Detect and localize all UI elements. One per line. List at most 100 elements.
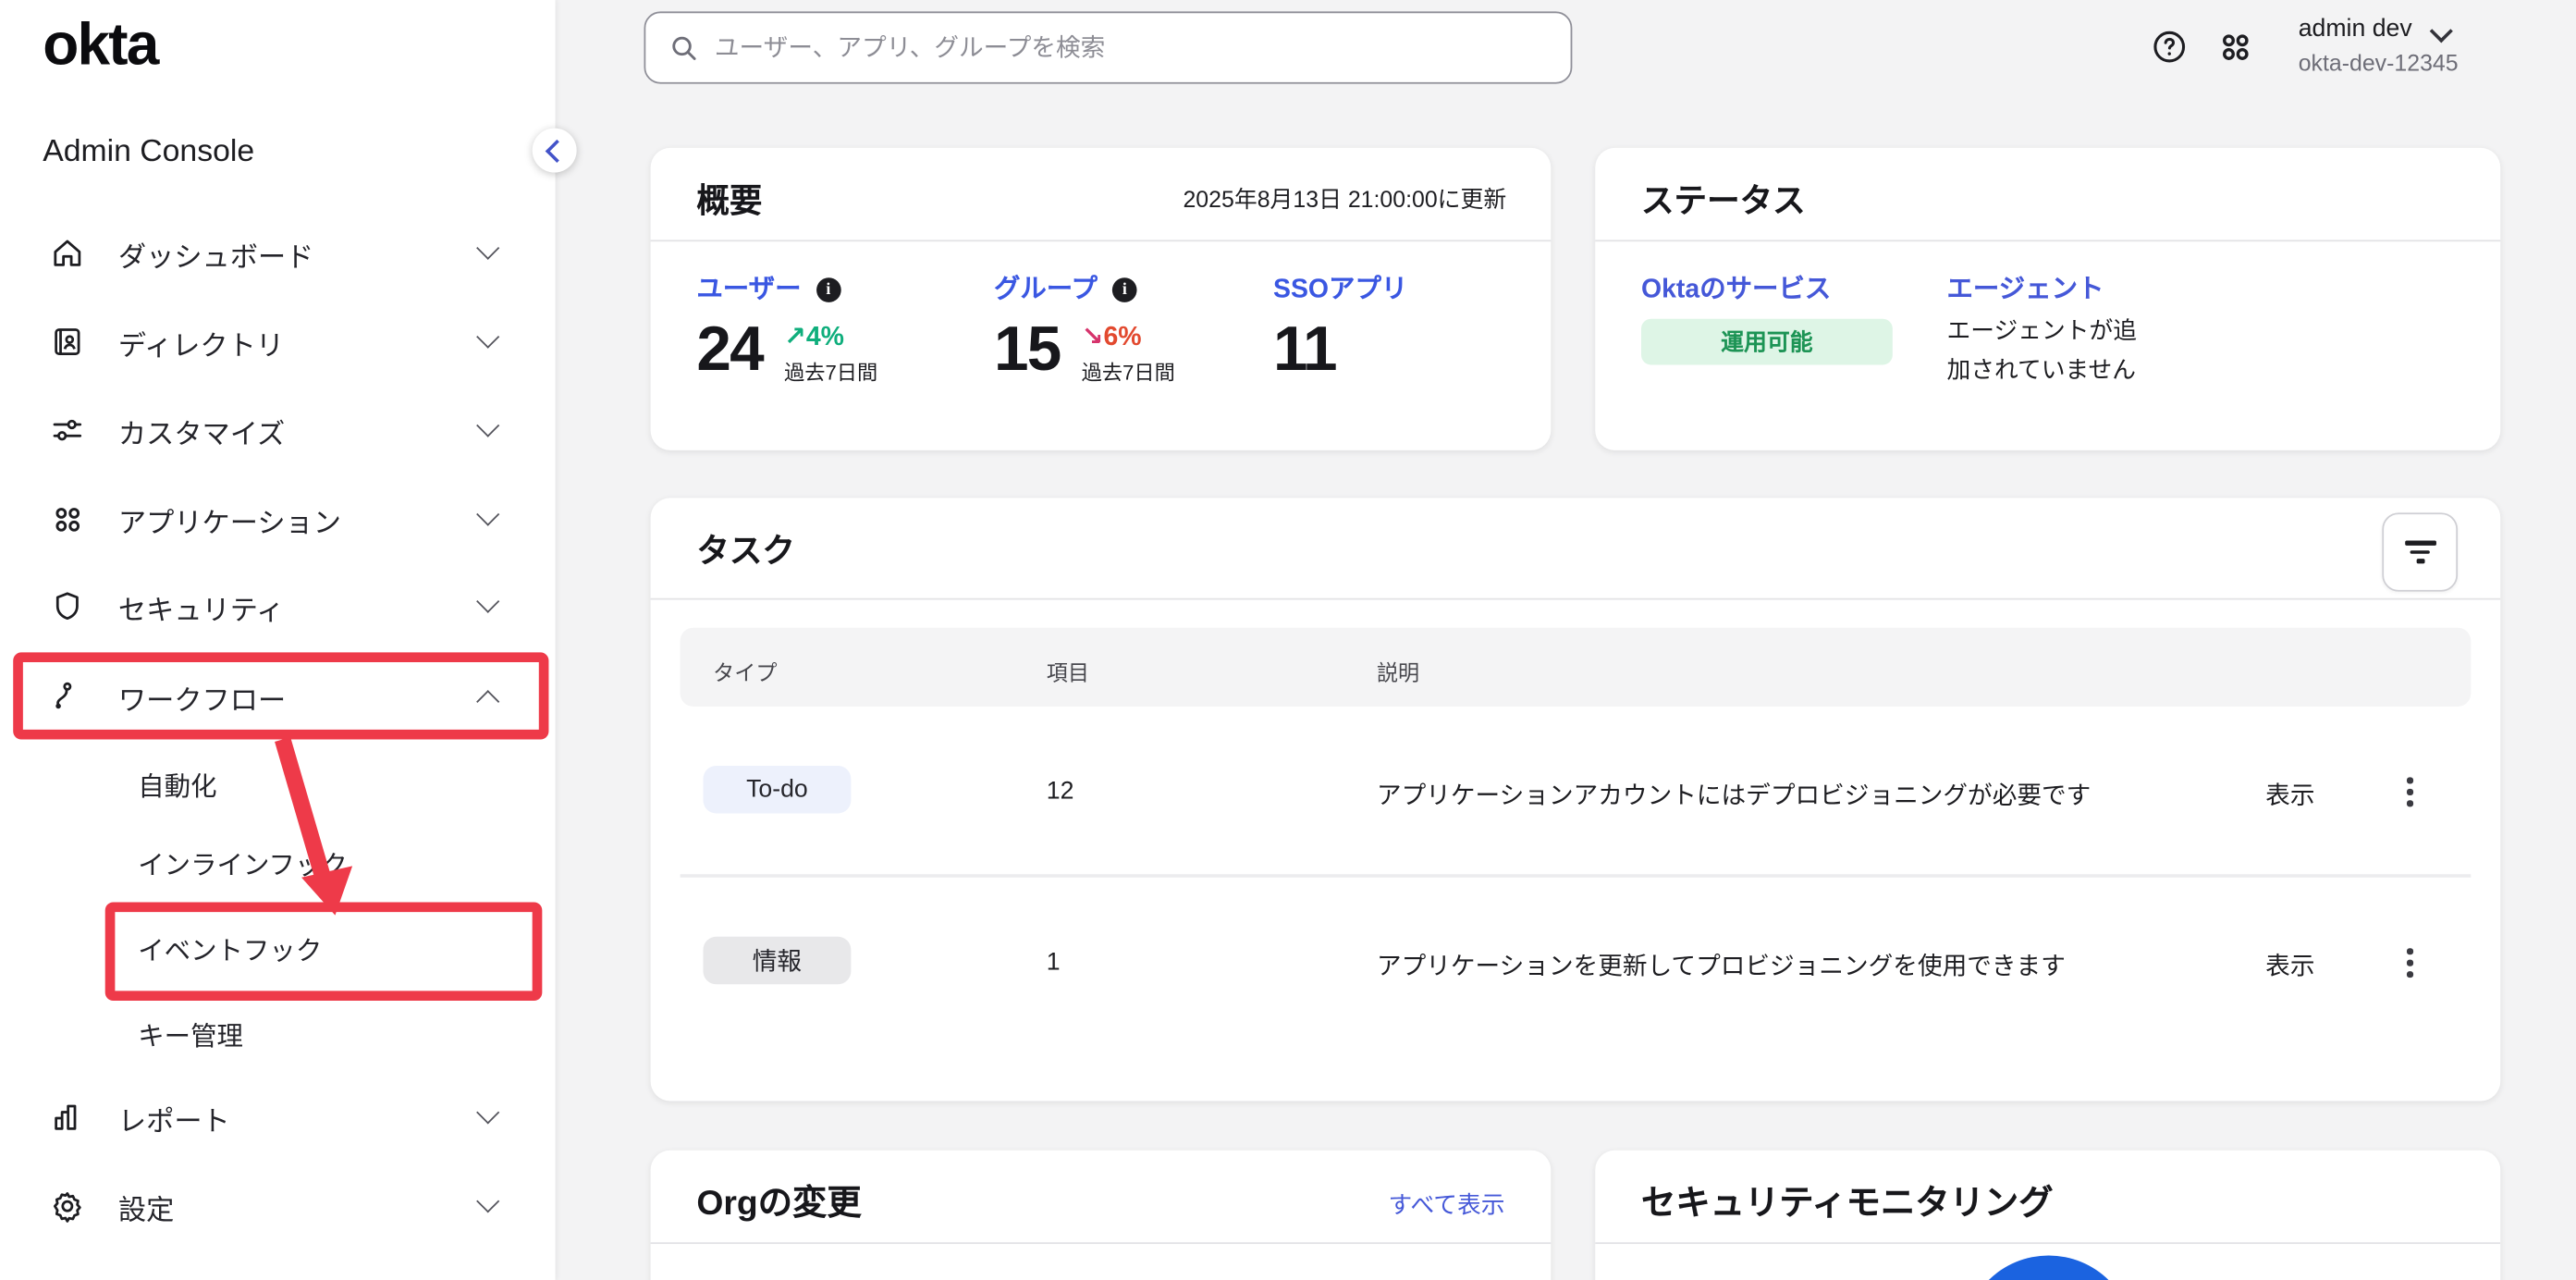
sidebar-item-label: ディレクトリ <box>118 321 284 362</box>
metric-sso-apps: SSOアプリ 11 <box>1273 266 1407 387</box>
chevron-up-icon <box>476 690 499 713</box>
info-icon[interactable]: i <box>1112 277 1137 302</box>
chevron-left-icon <box>546 139 569 162</box>
task-count: 1 <box>1047 948 1061 976</box>
tasks-title: タスク <box>696 524 795 572</box>
settings-icon <box>49 1188 85 1225</box>
help-button[interactable] <box>2149 26 2189 66</box>
sidebar-item-label: ワークフロー <box>118 676 286 717</box>
directory-icon <box>49 324 85 360</box>
org-changes-title: Orgの変更 <box>696 1176 861 1225</box>
tasks-filter-button[interactable] <box>2382 512 2458 591</box>
security-monitoring-card: セキュリティモニタリング <box>1595 1151 2500 1280</box>
sidebar: okta Admin Console ダッシュボード ディレクトリ カスタマイズ <box>0 0 556 1280</box>
sidebar-item-label: アプリケーション <box>118 498 341 539</box>
col-description: 説明 <box>1377 656 1419 687</box>
sso-apps-link[interactable]: SSOアプリ <box>1273 266 1407 306</box>
chevron-down-icon[interactable] <box>2430 19 2453 43</box>
search-icon <box>669 33 698 63</box>
chevron-down-icon <box>476 590 499 613</box>
chevron-down-icon <box>476 503 499 526</box>
sidebar-item-automations[interactable]: 自動化 <box>0 757 556 810</box>
chevron-down-icon <box>476 326 499 349</box>
sidebar-item-dashboard[interactable]: ダッシュボード <box>0 220 556 286</box>
task-description: アプリケーションを更新してプロビジョニングを使用できます <box>1377 948 2066 982</box>
sidebar-subitem-label: イベントフック <box>138 929 322 968</box>
agents-link[interactable]: エージェント <box>1946 266 2104 306</box>
task-count: 12 <box>1047 777 1074 805</box>
sidebar-item-label: ダッシュボード <box>118 232 313 273</box>
users-count: 24 <box>696 315 763 386</box>
overview-updated: 2025年8月13日 21:00:00に更新 <box>1183 182 1506 215</box>
sidebar-item-label: カスタマイズ <box>118 410 285 450</box>
okta-logo: okta <box>43 10 157 80</box>
account-menu[interactable]: admin dev <box>2299 15 2412 43</box>
org-id: okta-dev-12345 <box>2299 49 2459 75</box>
tasks-card: タスク タイプ 項目 説明 To-do 12 アプリケーションアカウントにはデプ… <box>651 498 2501 1101</box>
type-badge-todo: To-do <box>703 766 851 814</box>
sidebar-subitem-label: インラインフック <box>138 843 348 882</box>
view-link[interactable]: 表示 <box>2265 948 2314 982</box>
agents-message: エージェントが追加されていません <box>1946 313 2141 391</box>
type-badge-info: 情報 <box>703 937 851 985</box>
sidebar-item-event-hooks[interactable]: イベントフック <box>0 922 556 975</box>
chevron-down-icon <box>476 1189 499 1212</box>
okta-services-link[interactable]: Oktaのサービス <box>1641 266 1831 306</box>
workflow-icon <box>49 679 85 715</box>
table-row: To-do 12 アプリケーションアカウントにはデプロビジョニングが必要です 表… <box>681 707 2472 874</box>
status-card: ステータス Oktaのサービス 運用可能 エージェント エージェントが追加されて… <box>1595 148 2500 450</box>
groups-count: 15 <box>994 315 1061 386</box>
overview-title: 概要 <box>696 174 762 222</box>
col-type: タイプ <box>713 656 777 687</box>
groups-link[interactable]: グループ <box>994 266 1098 306</box>
sidebar-item-workflow[interactable]: ワークフロー <box>0 664 556 730</box>
applications-icon <box>49 501 85 537</box>
kebab-menu-icon[interactable] <box>2390 769 2430 816</box>
security-monitoring-title: セキュリティモニタリング <box>1641 1176 2054 1225</box>
sidebar-collapse-button[interactable] <box>533 129 577 173</box>
search-input[interactable] <box>711 32 1506 64</box>
status-title: ステータス <box>1641 174 1806 222</box>
status-badge: 運用可能 <box>1641 319 1893 365</box>
sidebar-item-customize[interactable]: カスタマイズ <box>0 398 556 463</box>
kebab-menu-icon[interactable] <box>2390 940 2430 986</box>
sidebar-item-key-management[interactable]: キー管理 <box>0 1007 556 1060</box>
trend-value: 6% <box>1103 324 1141 351</box>
global-search[interactable] <box>644 11 1572 83</box>
security-donut-chart <box>1963 1255 2134 1280</box>
okta-admin-console: okta Admin Console ダッシュボード ディレクトリ カスタマイズ <box>0 0 2576 1280</box>
trend-caption: 過去7日間 <box>1082 355 1175 387</box>
view-all-link[interactable]: すべて表示 <box>1389 1187 1505 1221</box>
sidebar-item-applications[interactable]: アプリケーション <box>0 486 556 552</box>
users-link[interactable]: ユーザー <box>696 266 801 306</box>
sidebar-item-settings[interactable]: 設定 <box>0 1174 556 1239</box>
customize-icon <box>49 412 85 449</box>
apps-menu-button[interactable] <box>2214 26 2254 66</box>
sso-apps-count: 11 <box>1273 315 1336 385</box>
sidebar-item-directory[interactable]: ディレクトリ <box>0 309 556 375</box>
trend-caption: 過去7日間 <box>784 355 877 387</box>
sidebar-item-reports[interactable]: レポート <box>0 1085 556 1151</box>
shield-icon <box>49 588 85 624</box>
sidebar-subitem-label: 自動化 <box>138 764 216 804</box>
col-count: 項目 <box>1047 656 1089 687</box>
table-row: 情報 1 アプリケーションを更新してプロビジョニングを使用できます 表示 <box>681 878 2472 1045</box>
info-icon[interactable]: i <box>816 277 841 302</box>
sidebar-item-label: セキュリティ <box>118 585 284 626</box>
trend-up-icon: ↗ <box>784 324 806 351</box>
metric-groups: グループi 15 ↘6% 過去7日間 <box>994 266 1175 387</box>
sidebar-item-label: 設定 <box>118 1186 174 1226</box>
tasks-table-header: タイプ 項目 説明 <box>681 628 2472 707</box>
sidebar-item-label: レポート <box>118 1097 230 1138</box>
metric-users: ユーザー i 24 ↗4% 過去7日間 <box>696 266 877 387</box>
view-link[interactable]: 表示 <box>2265 777 2314 811</box>
chevron-down-icon <box>476 237 499 260</box>
overview-card: 概要 2025年8月13日 21:00:00に更新 ユーザー i 24 ↗4% 過… <box>651 148 1552 450</box>
org-changes-card: Orgの変更 すべて表示 <box>651 1151 1552 1280</box>
chevron-down-icon <box>476 414 499 437</box>
trend-value: 4% <box>806 324 844 351</box>
home-icon <box>49 235 85 271</box>
sidebar-item-security[interactable]: セキュリティ <box>0 573 556 639</box>
sidebar-item-inline-hooks[interactable]: インラインフック <box>0 836 556 889</box>
reports-icon <box>49 1100 85 1136</box>
